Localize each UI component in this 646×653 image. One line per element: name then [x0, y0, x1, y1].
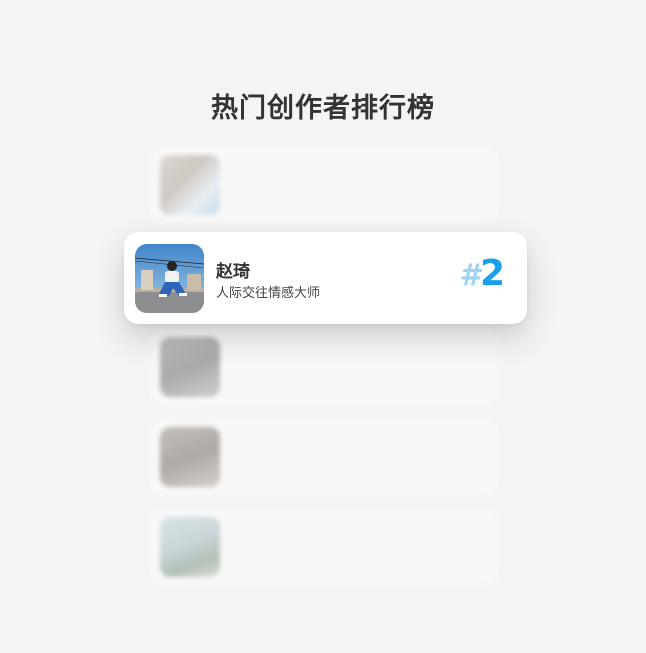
rank-number: 2: [479, 253, 505, 294]
creator-card-blurred[interactable]: [150, 420, 498, 494]
page-title: 热门创作者排行榜: [211, 93, 435, 124]
creator-description: 人际交往情感大师: [216, 286, 321, 301]
creator-avatar-photo: [135, 244, 204, 313]
creator-card-blurred[interactable]: [150, 510, 498, 584]
creator-card-focused[interactable]: 赵琦 人际交往情感大师 #2: [124, 232, 527, 324]
creator-ranking-page: 热门创作者排行榜 赵琦 人际交往情感大师 #2: [0, 0, 646, 653]
creator-name: 赵琦: [216, 262, 250, 282]
creator-avatar: [160, 337, 220, 397]
rank-hash-symbol: #: [459, 258, 480, 293]
rank-badge: #2: [459, 256, 505, 292]
creator-card-blurred[interactable]: [150, 148, 498, 222]
creator-avatar: [135, 244, 204, 313]
creator-avatar: [160, 517, 220, 577]
creator-avatar: [160, 155, 220, 215]
creator-avatar: [160, 427, 220, 487]
creator-card-blurred[interactable]: [150, 330, 498, 404]
